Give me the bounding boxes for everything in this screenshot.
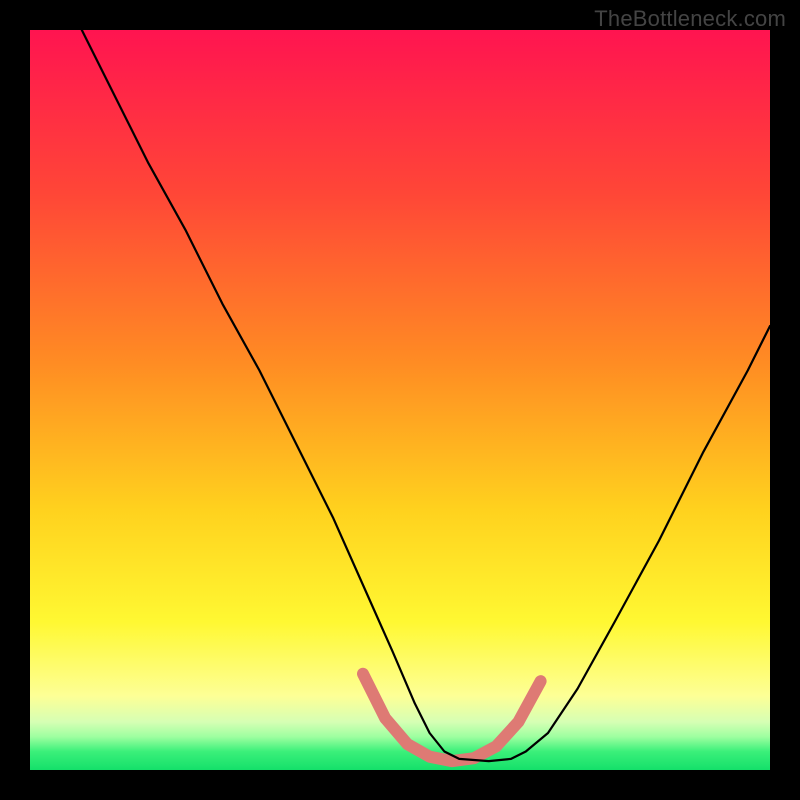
bottleneck-curve-path (82, 30, 770, 761)
plot-area (30, 30, 770, 770)
bottom-band-path (363, 674, 541, 761)
chart-frame: TheBottleneck.com (0, 0, 800, 800)
curve-layer (30, 30, 770, 770)
watermark-text: TheBottleneck.com (594, 6, 786, 32)
